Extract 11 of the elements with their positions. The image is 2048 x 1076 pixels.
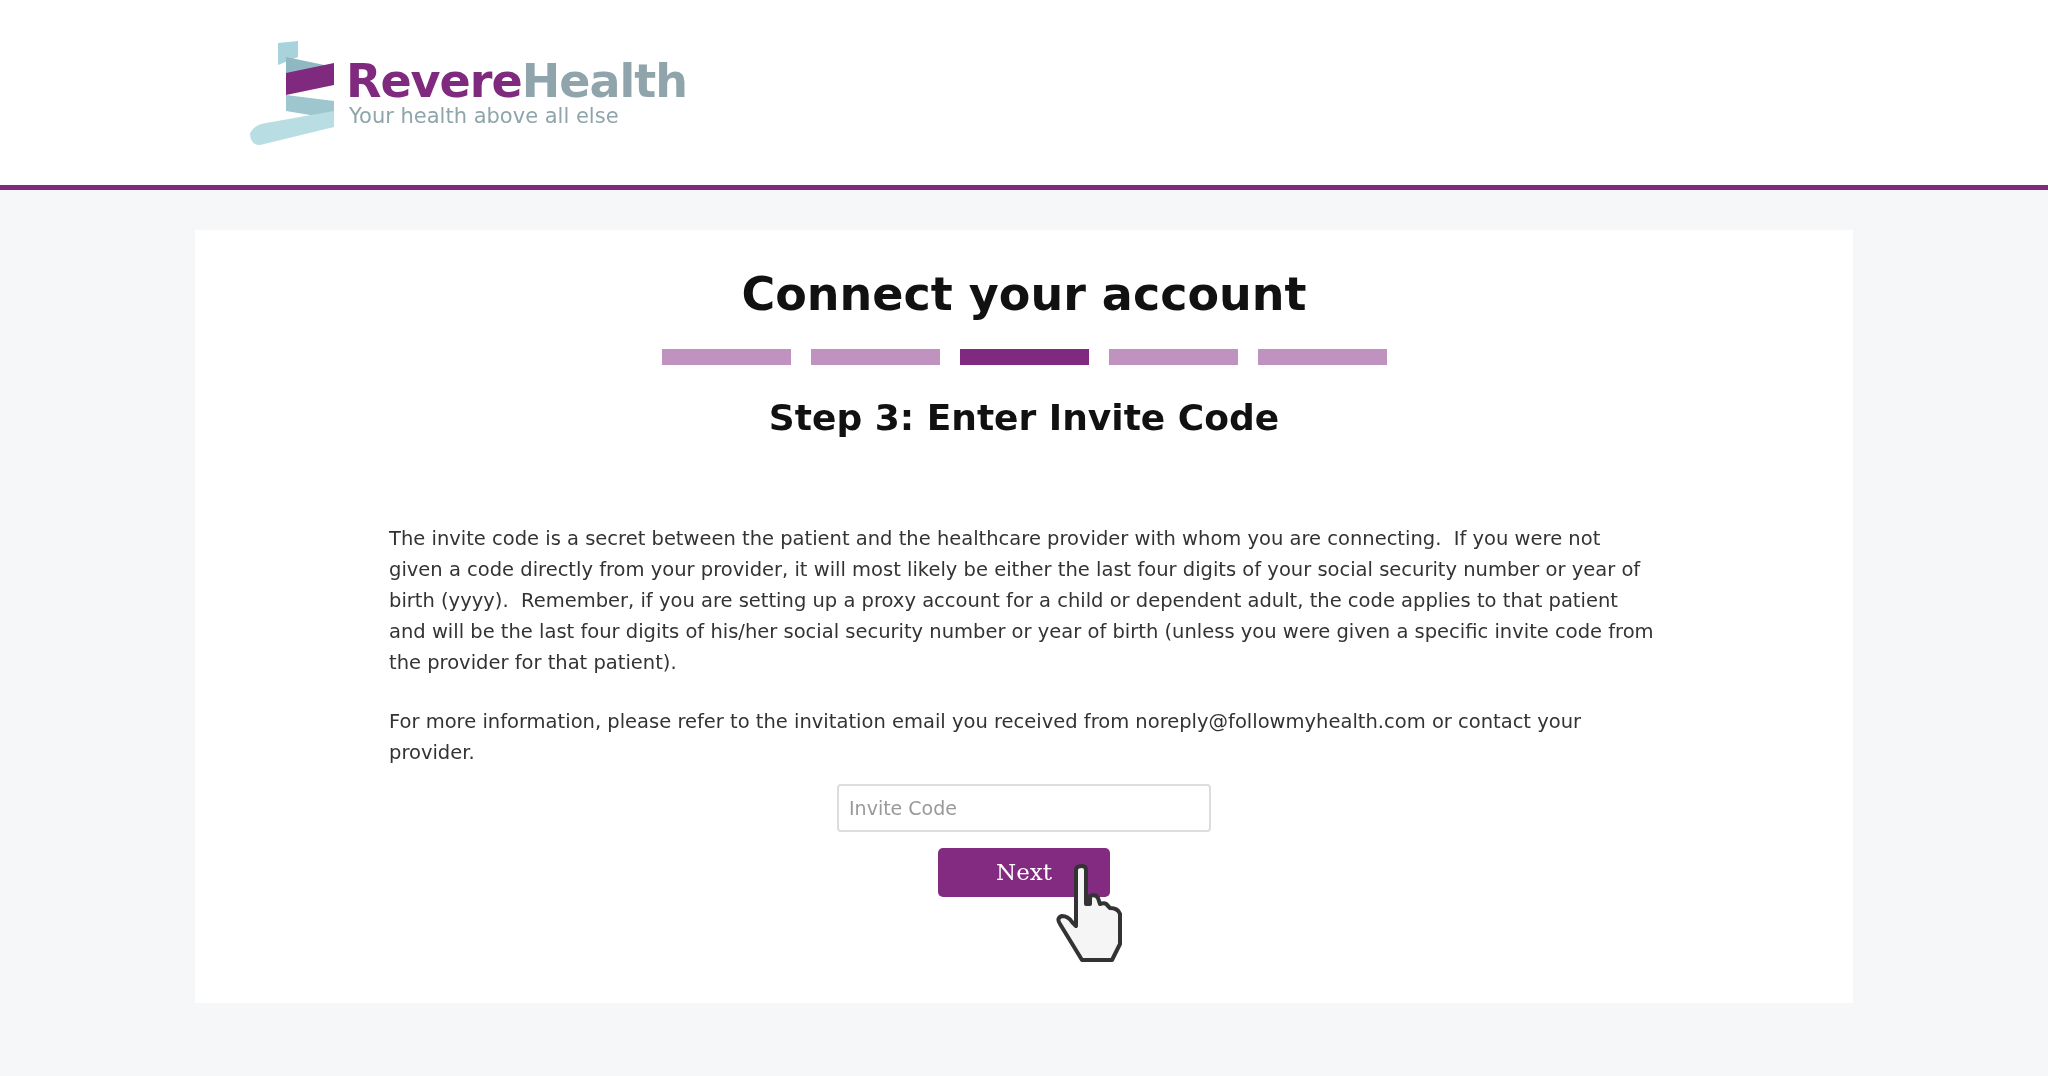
- logo-wordmark-first: Revere: [346, 58, 522, 104]
- page-title: Connect your account: [741, 266, 1307, 323]
- info-paragraph: The invite code is a secret between the patient and the healthcare provider with whom you are connecting. If you were not given a code directly from your provider, it will most likely be either the last four digits of your social security number or year of birth (yyyy). Remember, if you are setting up a proxy account for a child or dependent adult, the code applies to that patient and will be the last four digits of his/her social security number or year of birth (unless you were given a specific invite code from the provider for that patient).: [389, 526, 1655, 676]
- logo-tagline: Your health above all else: [349, 106, 620, 127]
- hand-cursor-icon: [1056, 864, 1124, 962]
- info-paragraph: For more information, please refer to the invitation email you received from noreply@followmyhealth.com or contact your provider.: [389, 709, 1583, 766]
- ribbon-logo-icon: [250, 40, 334, 145]
- invite-code-field[interactable]: Invite Code: [837, 784, 1211, 832]
- logo-wordmark-second: Health: [521, 58, 687, 104]
- next-button[interactable]: Next: [938, 848, 1110, 897]
- step-title: Step 3: Enter Invite Code: [768, 396, 1280, 440]
